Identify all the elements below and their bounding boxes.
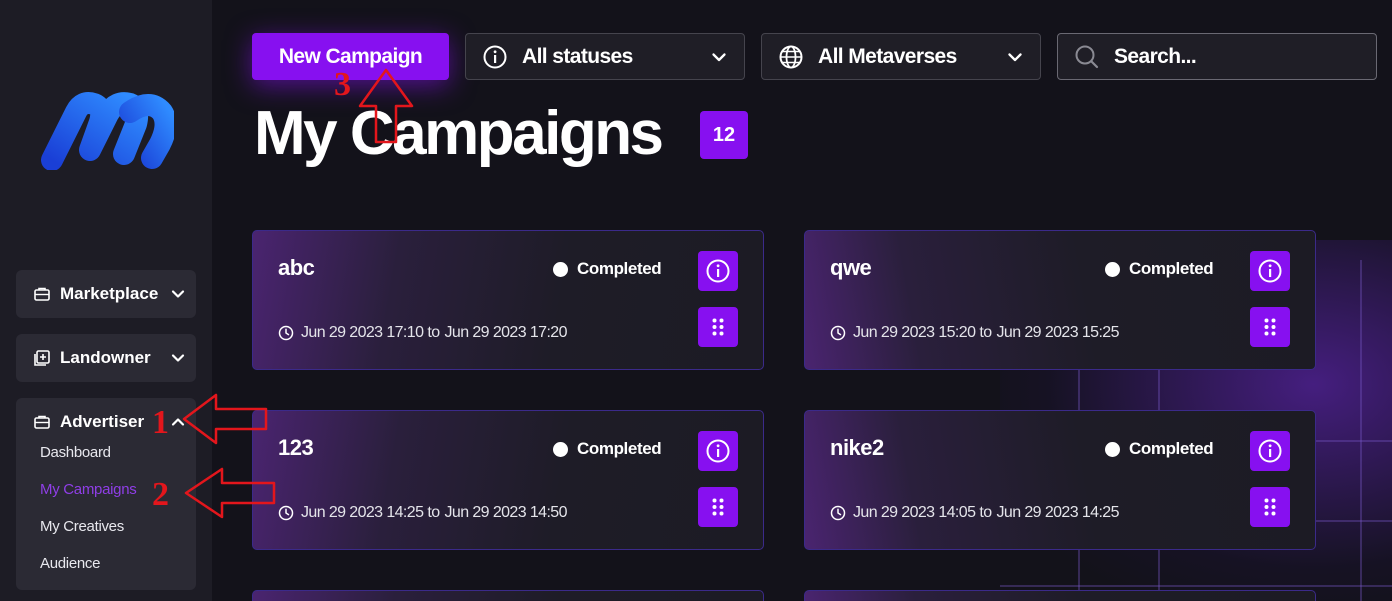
dots-grid-icon <box>1264 318 1276 336</box>
campaign-name: qwe <box>830 255 872 280</box>
status-filter-value: All statuses <box>522 44 633 68</box>
status-badge: Completed <box>1105 259 1214 279</box>
campaign-dates: Jun 29 2023 14:25 to Jun 29 2023 14:50 <box>278 504 568 522</box>
campaign-card[interactable]: 123 Completed Jun 29 2023 14:25 to Jun 29 … <box>252 410 764 550</box>
status-dot <box>1105 441 1120 457</box>
chevron-down-icon <box>170 286 186 302</box>
campaign-start: Jun 29 2023 15:20 <box>853 324 976 341</box>
info-icon <box>706 439 730 463</box>
clock-icon <box>830 325 846 341</box>
status-label: Completed <box>577 439 662 458</box>
background-grid-line <box>1360 260 1362 601</box>
search-icon <box>1074 44 1100 70</box>
search-input[interactable] <box>1114 44 1354 69</box>
campaign-dates: Jun 29 2023 14:05 to Jun 29 2023 14:25 <box>830 504 1120 522</box>
campaign-name: abc <box>278 255 315 280</box>
chevron-down-icon <box>170 350 186 366</box>
globe-icon <box>778 44 804 70</box>
chevron-down-icon <box>1006 48 1024 66</box>
nav-item-audience[interactable]: Audience <box>16 545 196 582</box>
metaverse-filter-dropdown[interactable]: All Metaverses <box>761 33 1041 80</box>
date-separator: to <box>427 324 440 341</box>
campaign-name: 123 <box>278 435 314 460</box>
campaign-start: Jun 29 2023 17:10 <box>301 324 424 341</box>
plus-square-icon <box>32 348 52 368</box>
status-dot <box>1105 261 1120 277</box>
info-button[interactable] <box>698 251 738 291</box>
nav-landowner-label: Landowner <box>60 348 151 367</box>
nav-item-dashboard[interactable]: Dashboard <box>16 434 196 471</box>
search-box <box>1057 33 1377 80</box>
nav-item-my-creatives[interactable]: My Creatives <box>16 508 196 545</box>
campaign-card[interactable]: qwe Completed Jun 29 2023 15:20 to Jun 29 … <box>804 230 1316 370</box>
status-label: Completed <box>577 259 662 278</box>
card-menu-button[interactable] <box>698 307 738 347</box>
campaign-dates: Jun 29 2023 15:20 to Jun 29 2023 15:25 <box>830 324 1120 342</box>
info-button[interactable] <box>1250 431 1290 471</box>
date-separator: to <box>979 504 992 521</box>
dots-grid-icon <box>1264 498 1276 516</box>
nav-group-advertiser: Advertiser Dashboard My Campaigns My Cre… <box>16 398 196 590</box>
campaign-count-badge: 12 <box>700 111 748 159</box>
sidebar: Marketplace Landowner Advertiser Dashboa… <box>0 0 212 601</box>
campaign-end: Jun 29 2023 15:25 <box>996 324 1120 341</box>
arrow-icon <box>182 393 268 445</box>
nav-marketplace-label: Marketplace <box>60 284 159 303</box>
campaign-end: Jun 29 2023 17:20 <box>444 324 568 341</box>
info-icon <box>482 44 508 70</box>
campaign-card[interactable]: abc Completed Jun 29 2023 17:10 to Jun 29 … <box>252 230 764 370</box>
status-badge: Completed <box>553 259 662 279</box>
logo-icon[interactable] <box>38 90 174 170</box>
page-title: My Campaigns <box>254 99 664 168</box>
campaign-end: Jun 29 2023 14:50 <box>444 504 568 521</box>
info-button[interactable] <box>698 431 738 471</box>
background-grid-line <box>1000 585 1392 587</box>
card-menu-button[interactable] <box>1250 487 1290 527</box>
nav-group-landowner: Landowner <box>16 334 196 382</box>
campaign-start: Jun 29 2023 14:25 <box>301 504 424 521</box>
info-icon <box>706 259 730 283</box>
clock-icon <box>278 325 294 341</box>
info-icon <box>1258 439 1282 463</box>
campaign-start: Jun 29 2023 14:05 <box>853 504 976 521</box>
status-dot <box>553 441 568 457</box>
card-menu-button[interactable] <box>1250 307 1290 347</box>
dots-grid-icon <box>712 498 724 516</box>
arrow-icon <box>358 68 414 144</box>
status-badge: Completed <box>1105 439 1214 459</box>
annotation-number: 2 <box>152 476 169 513</box>
campaign-dates: Jun 29 2023 17:10 to Jun 29 2023 17:20 <box>278 324 568 342</box>
nav-marketplace[interactable]: Marketplace <box>16 270 196 318</box>
campaign-card-partial[interactable] <box>804 590 1316 601</box>
campaign-name: nike2 <box>830 435 884 460</box>
card-menu-button[interactable] <box>698 487 738 527</box>
arrow-icon <box>184 467 276 519</box>
nav-group-marketplace: Marketplace <box>16 270 196 318</box>
campaign-card[interactable]: nike2 Completed Jun 29 2023 14:05 to Jun 2… <box>804 410 1316 550</box>
date-separator: to <box>979 324 992 341</box>
date-separator: to <box>427 504 440 521</box>
nav-item-my-campaigns[interactable]: My Campaigns <box>16 471 196 508</box>
dots-grid-icon <box>712 318 724 336</box>
info-icon <box>1258 259 1282 283</box>
status-label: Completed <box>1129 439 1214 458</box>
clock-icon <box>278 505 294 521</box>
status-badge: Completed <box>553 439 662 459</box>
metaverse-filter-value: All Metaverses <box>818 44 957 68</box>
campaign-end: Jun 29 2023 14:25 <box>996 504 1120 521</box>
briefcase-icon <box>32 284 52 304</box>
status-dot <box>553 261 568 277</box>
status-label: Completed <box>1129 259 1214 278</box>
annotation-number: 1 <box>152 404 169 441</box>
clock-icon <box>830 505 846 521</box>
campaign-card-partial[interactable] <box>252 590 764 601</box>
briefcase-icon <box>32 412 52 432</box>
chevron-down-icon <box>710 48 728 66</box>
info-button[interactable] <box>1250 251 1290 291</box>
annotation-number: 3 <box>334 66 351 103</box>
status-filter-dropdown[interactable]: All statuses <box>465 33 745 80</box>
nav-landowner[interactable]: Landowner <box>16 334 196 382</box>
